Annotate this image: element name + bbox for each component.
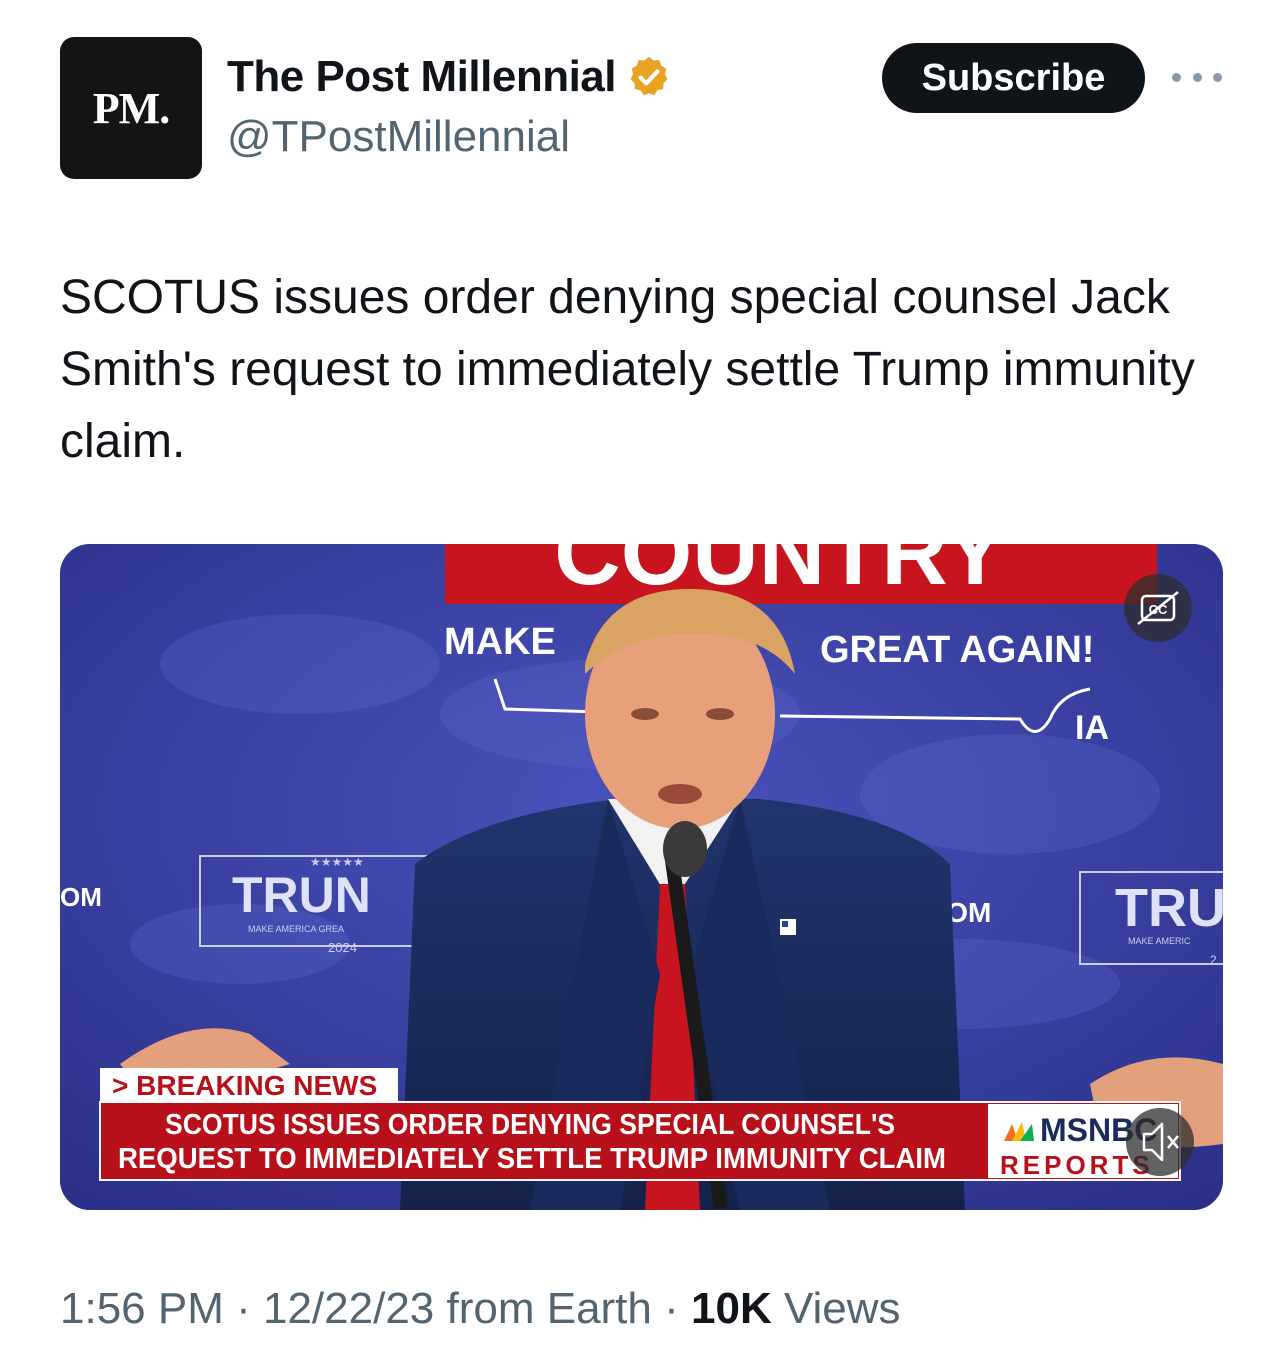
post-time[interactable]: 1:56 PM	[60, 1284, 224, 1333]
tweet-text: SCOTUS issues order denying special coun…	[60, 271, 1195, 468]
sign-left-main: TRUN	[232, 867, 371, 923]
state-label: IA	[1075, 709, 1109, 747]
banner-country-text: COUNTRY	[554, 544, 1005, 604]
more-dots-icon[interactable]	[1172, 62, 1222, 92]
avatar[interactable]: PM.	[60, 37, 202, 179]
post-source: from Earth	[434, 1284, 652, 1333]
video-frame: COUNTRY MAKE GREAT AGAIN! IA OM COM ★★★★…	[60, 544, 1223, 1210]
views-label: Views	[771, 1284, 901, 1333]
account-handle[interactable]: @TPostMillennial	[227, 112, 570, 162]
tweet-meta: 1:56 PM · 12/22/23 from Earth · 10K View…	[60, 1284, 901, 1334]
sign-right-year: 2	[1210, 953, 1217, 967]
video-player[interactable]: COUNTRY MAKE GREAT AGAIN! IA OM COM ★★★★…	[60, 544, 1223, 1210]
chyron-line-2: REQUEST TO IMMEDIATELY SETTLE TRUMP IMMU…	[118, 1143, 946, 1175]
sign-left-sub: MAKE AMERICA GREA	[248, 924, 344, 934]
name-row: The Post Millennial	[227, 52, 672, 102]
display-name[interactable]: The Post Millennial	[227, 52, 617, 102]
sign-right-sub: MAKE AMERIC	[1128, 936, 1191, 946]
slogan-right-text: GREAT AGAIN!	[820, 629, 1094, 671]
slogan-left-text: MAKE	[444, 621, 556, 663]
dot	[1213, 72, 1222, 82]
post-date[interactable]: 12/22/23	[263, 1284, 434, 1333]
mute-icon[interactable]	[1126, 1108, 1194, 1176]
side-left-text: OM	[60, 882, 102, 912]
breaking-news-label: > BREAKING NEWS	[112, 1070, 377, 1101]
subscribe-button[interactable]: Subscribe	[882, 43, 1145, 113]
meta-separator: ·	[223, 1284, 263, 1333]
verified-badge-icon[interactable]	[626, 54, 672, 100]
sign-left-year: 2024	[328, 940, 357, 955]
dot	[1172, 72, 1181, 82]
avatar-logo-text: PM.	[92, 83, 170, 133]
closed-captions-icon[interactable]: CC	[1124, 574, 1192, 642]
chyron-line-1: SCOTUS ISSUES ORDER DENYING SPECIAL COUN…	[165, 1109, 895, 1141]
meta-separator: ·	[651, 1284, 691, 1333]
sign-right-main: TRU	[1115, 878, 1223, 938]
views-count[interactable]: 10K	[691, 1284, 772, 1333]
dot	[1192, 72, 1202, 82]
